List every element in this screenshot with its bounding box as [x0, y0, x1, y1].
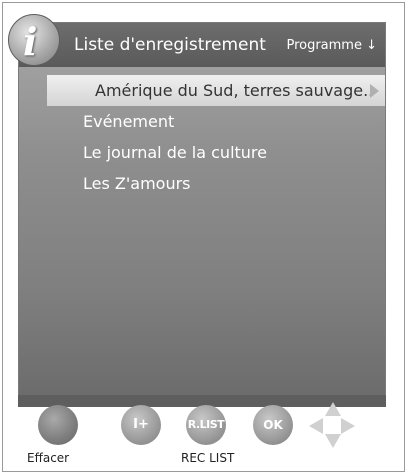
nav-down-icon: [325, 434, 341, 448]
iplus-button[interactable]: I+: [121, 405, 161, 445]
rlist-button[interactable]: R.LIST: [186, 405, 226, 445]
red-button-icon[interactable]: [38, 405, 78, 445]
red-button-caption: Effacer: [27, 451, 70, 465]
navigation-pad-icon[interactable]: [307, 400, 359, 452]
nav-right-icon: [341, 418, 355, 434]
ok-button[interactable]: OK: [253, 405, 293, 445]
nav-up-icon: [325, 402, 341, 416]
nav-left-icon: [309, 418, 323, 434]
rlist-caption: REC LIST: [181, 451, 235, 465]
remote-legend: I+ R.LIST OK Effacer REC LIST: [0, 0, 409, 476]
